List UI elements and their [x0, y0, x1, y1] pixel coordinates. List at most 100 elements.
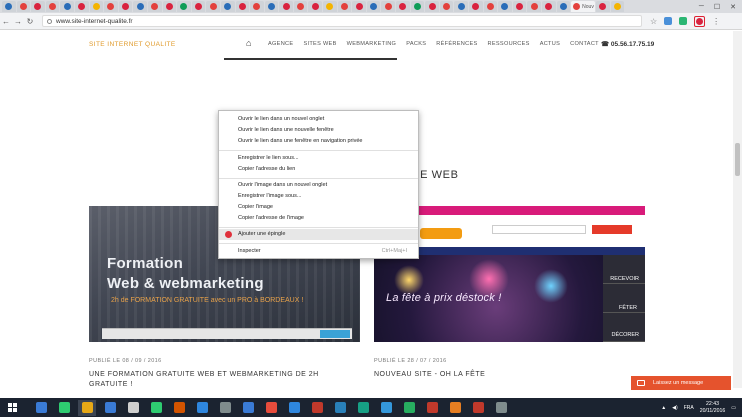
browser-tab[interactable]: [410, 1, 425, 12]
language-indicator[interactable]: FRA: [684, 405, 694, 411]
taskbar-app-icon[interactable]: [285, 400, 303, 416]
pinterest-extension-icon[interactable]: [694, 15, 706, 27]
menu-open-link-private-window[interactable]: Ouvrir le lien dans une fenêtre en navig…: [219, 136, 418, 147]
browser-tab[interactable]: [60, 1, 74, 12]
maximize-icon[interactable]: ☐: [714, 3, 720, 11]
forward-icon[interactable]: →: [12, 17, 24, 26]
browser-tab[interactable]: [31, 1, 45, 12]
taskbar-app-icon[interactable]: [423, 400, 441, 416]
scrollbar-track[interactable]: [733, 31, 742, 388]
browser-tab[interactable]: [104, 1, 118, 12]
menu-copy-image[interactable]: Copier l'image: [219, 202, 418, 213]
taskbar-app-icon[interactable]: [354, 400, 372, 416]
browser-tab[interactable]: [147, 1, 162, 12]
browser-tab[interactable]: [469, 1, 483, 12]
browser-tab[interactable]: [425, 1, 439, 12]
browser-tab[interactable]: [235, 1, 250, 12]
browser-tab[interactable]: [293, 1, 308, 12]
taskbar-app-icon[interactable]: [32, 400, 50, 416]
browser-tab[interactable]: [366, 1, 381, 12]
phone-number[interactable]: ☎ 05.56.17.75.19: [601, 40, 654, 48]
browser-tab[interactable]: [483, 1, 498, 12]
notification-icon[interactable]: ▭: [731, 405, 736, 411]
post-title[interactable]: UNE FORMATION GRATUITE WEB ET WEBMARKETI…: [89, 370, 319, 390]
close-icon[interactable]: ✕: [730, 3, 736, 11]
taskbar-app-icon[interactable]: [377, 400, 395, 416]
menu-copy-link-address[interactable]: Copier l'adresse du lien: [219, 164, 418, 175]
browser-tab[interactable]: [308, 1, 323, 12]
extension-icon[interactable]: [679, 17, 688, 25]
menu-open-image-new-tab[interactable]: Ouvrir l'image dans un nouvel onglet: [219, 180, 418, 191]
taskbar-app-icon[interactable]: [170, 400, 188, 416]
browser-tab[interactable]: [177, 1, 191, 12]
browser-tab[interactable]: [264, 1, 279, 12]
taskbar-app-icon[interactable]: [492, 400, 510, 416]
menu-open-link-new-tab[interactable]: Ouvrir le lien dans un nouvel onglet: [219, 114, 418, 125]
taskbar-app-icon[interactable]: [262, 400, 280, 416]
nav-item-packs[interactable]: PACKS: [406, 41, 426, 47]
browser-tab[interactable]: [541, 1, 556, 12]
volume-icon[interactable]: ◀): [672, 405, 678, 411]
browser-tab[interactable]: [381, 1, 396, 12]
taskbar-app-icon[interactable]: [469, 400, 487, 416]
browser-tab[interactable]: [512, 1, 527, 12]
address-bar[interactable]: www.site-internet-qualite.fr: [42, 15, 642, 27]
nav-item-agence[interactable]: AGENCE: [268, 41, 293, 47]
menu-save-image[interactable]: Enregistrer l'image sous...: [219, 191, 418, 202]
reload-icon[interactable]: ↻: [24, 17, 36, 26]
menu-icon[interactable]: ⋮: [712, 17, 720, 26]
browser-tab[interactable]: [396, 1, 410, 12]
menu-add-pin[interactable]: Ajouter une épingle: [219, 229, 418, 240]
network-icon[interactable]: ▲: [661, 405, 666, 411]
taskbar-app-icon[interactable]: [216, 400, 234, 416]
taskbar-app-icon[interactable]: [124, 400, 142, 416]
nav-item-r-f-rences[interactable]: RÉFÉRENCES: [436, 41, 477, 47]
nav-item-actus[interactable]: ACTUS: [540, 41, 560, 47]
menu-copy-image-address[interactable]: Copier l'adresse de l'image: [219, 213, 418, 224]
post-title[interactable]: NOUVEAU SITE - OH LA FÊTE: [374, 370, 485, 380]
taskbar-app-icon[interactable]: [239, 400, 257, 416]
browser-tab[interactable]: [118, 1, 133, 12]
browser-tab[interactable]: [556, 1, 571, 12]
taskbar-app-icon[interactable]: [400, 400, 418, 416]
browser-tab[interactable]: [162, 1, 177, 12]
browser-tab[interactable]: [206, 1, 220, 12]
browser-tab[interactable]: [74, 1, 89, 12]
taskbar-app-icon[interactable]: [446, 400, 464, 416]
nav-item-sites-web[interactable]: SITES WEB: [303, 41, 336, 47]
browser-tab[interactable]: [323, 1, 337, 12]
minimize-icon[interactable]: ─: [699, 3, 704, 11]
chat-button[interactable]: Laissez un message: [631, 376, 731, 390]
browser-tab[interactable]: [220, 1, 235, 12]
nav-item-ressources[interactable]: RESSOURCES: [488, 41, 530, 47]
back-icon[interactable]: ←: [0, 17, 12, 26]
taskbar-app-icon[interactable]: [101, 400, 119, 416]
windows-start-icon[interactable]: [8, 402, 18, 413]
browser-tab-active[interactable]: Nouv: [571, 1, 596, 12]
browser-tab[interactable]: [498, 1, 512, 12]
browser-tab[interactable]: [45, 1, 60, 12]
browser-tab[interactable]: [352, 1, 366, 12]
extension-icon[interactable]: [664, 17, 673, 25]
browser-tab[interactable]: [439, 1, 454, 12]
browser-tab[interactable]: [337, 1, 352, 12]
taskbar-app-icon[interactable]: [331, 400, 349, 416]
browser-tab[interactable]: [610, 1, 625, 12]
browser-tab[interactable]: [596, 1, 610, 12]
taskbar-app-icon[interactable]: [147, 400, 165, 416]
browser-tab[interactable]: [279, 1, 293, 12]
taskbar-app-icon[interactable]: [78, 399, 96, 416]
browser-tab[interactable]: [2, 1, 16, 12]
taskbar-app-icon[interactable]: [308, 400, 326, 416]
star-icon[interactable]: ☆: [650, 17, 657, 26]
browser-tab[interactable]: [133, 1, 147, 12]
nav-item-webmarketing[interactable]: WEBMARKETING: [347, 41, 397, 47]
browser-tab[interactable]: [454, 1, 468, 12]
menu-inspect[interactable]: Inspecter Ctrl+Maj+I: [219, 246, 418, 257]
browser-tab[interactable]: [250, 1, 264, 12]
clock[interactable]: 22:43 20/11/2016: [700, 401, 726, 415]
browser-tab[interactable]: [89, 1, 104, 12]
menu-open-link-new-window[interactable]: Ouvrir le lien dans une nouvelle fenêtre: [219, 125, 418, 136]
site-logo[interactable]: SITE INTERNET QUALITE: [89, 41, 176, 48]
browser-tab[interactable]: [527, 1, 541, 12]
